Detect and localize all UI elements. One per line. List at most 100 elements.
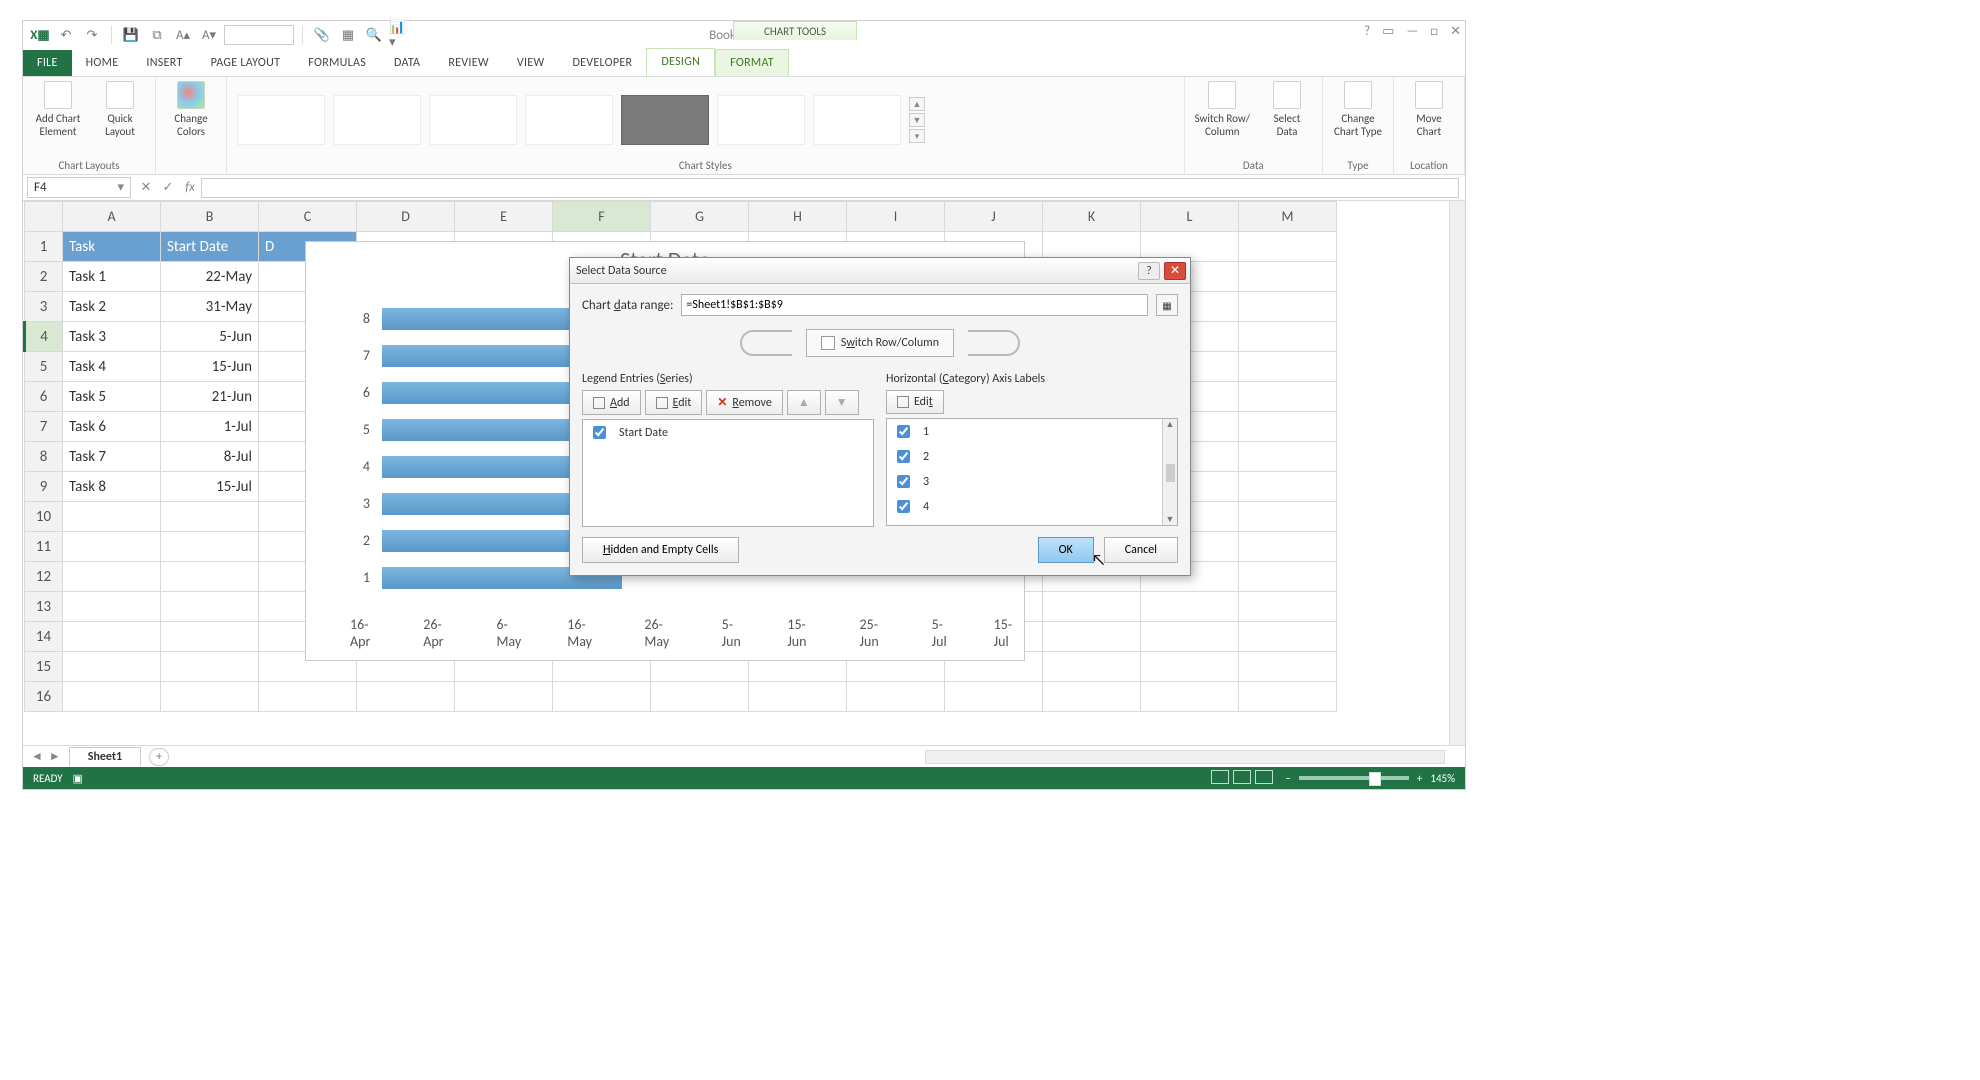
column-header[interactable]: G	[651, 202, 749, 232]
range-picker-icon[interactable]: ▦	[1156, 294, 1178, 316]
cell[interactable]: Start Date	[161, 232, 259, 262]
cell[interactable]: Task 2	[63, 292, 161, 322]
row-header[interactable]: 1	[25, 232, 63, 262]
cell[interactable]: Task 5	[63, 382, 161, 412]
row-header[interactable]: 10	[25, 502, 63, 532]
horizontal-scrollbar[interactable]	[925, 750, 1445, 764]
maximize-icon[interactable]: □	[1430, 24, 1438, 39]
sheet-tab-sheet1[interactable]: Sheet1	[69, 747, 141, 766]
cell[interactable]: Task 4	[63, 352, 161, 382]
select-all-cell[interactable]	[25, 202, 63, 232]
row-header[interactable]: 15	[25, 652, 63, 682]
switch-row-column-button[interactable]: Switch Row/ Column	[1195, 81, 1250, 138]
select-data-button[interactable]: Select Data	[1262, 81, 1312, 138]
cell[interactable]: 31-May	[161, 292, 259, 322]
column-header[interactable]: B	[161, 202, 259, 232]
axis-checkbox[interactable]	[897, 425, 910, 438]
row-header[interactable]: 5	[25, 352, 63, 382]
close-window-icon[interactable]: ✕	[1450, 24, 1461, 39]
view-mode-icons[interactable]	[1211, 770, 1277, 787]
cell[interactable]: Task 8	[63, 472, 161, 502]
new-sheet-button[interactable]: +	[149, 748, 169, 766]
series-checkbox[interactable]	[593, 426, 606, 439]
accept-formula-icon[interactable]: ✓	[157, 180, 179, 195]
series-item[interactable]: Start Date	[583, 420, 873, 445]
scroll-up-icon[interactable]: ▲	[1166, 419, 1175, 430]
tab-developer[interactable]: DEVELOPER	[558, 50, 646, 76]
cancel-button[interactable]: Cancel	[1104, 537, 1178, 563]
tab-insert[interactable]: INSERT	[132, 50, 196, 76]
cell[interactable]: 15-Jun	[161, 352, 259, 382]
tab-formulas[interactable]: FORMULAS	[294, 50, 380, 76]
tab-page-layout[interactable]: PAGE LAYOUT	[197, 50, 295, 76]
zoom-level[interactable]: 145%	[1430, 772, 1455, 785]
minimize-icon[interactable]: —	[1406, 24, 1418, 39]
cell[interactable]: 8-Jul	[161, 442, 259, 472]
axis-checkbox[interactable]	[897, 525, 910, 526]
tab-design[interactable]: DESIGN	[646, 48, 715, 76]
gallery-down-icon[interactable]: ▼	[909, 113, 925, 127]
quick-layout-button[interactable]: Quick Layout	[95, 81, 145, 138]
save-icon[interactable]: 💾	[120, 24, 142, 46]
axis-checkbox[interactable]	[897, 450, 910, 463]
series-edit-button[interactable]: Edit	[645, 390, 703, 415]
row-header[interactable]: 13	[25, 592, 63, 622]
chart-data-range-input[interactable]	[681, 294, 1148, 316]
fx-icon[interactable]: fx	[179, 180, 201, 195]
column-header[interactable]: F	[553, 202, 651, 232]
axis-item[interactable]: 5	[887, 519, 1177, 526]
row-header[interactable]: 12	[25, 562, 63, 592]
font-selector[interactable]	[224, 25, 294, 45]
series-move-down-button[interactable]: ▼	[825, 390, 859, 415]
row-header[interactable]: 8	[25, 442, 63, 472]
row-header[interactable]: 4	[25, 322, 63, 352]
row-header[interactable]: 14	[25, 622, 63, 652]
series-add-button[interactable]: Add	[582, 390, 641, 415]
attach-icon[interactable]: 📎	[311, 24, 333, 46]
row-header[interactable]: 6	[25, 382, 63, 412]
sheet-nav-next-icon[interactable]: ►	[49, 749, 61, 764]
tab-file[interactable]: FILE	[23, 50, 72, 76]
hidden-empty-cells-button[interactable]: Hidden and Empty Cells	[582, 537, 739, 563]
column-header[interactable]: I	[847, 202, 945, 232]
cell[interactable]: Task 1	[63, 262, 161, 292]
chart-styles-gallery[interactable]: ▲ ▼ ▾	[237, 95, 925, 145]
gallery-up-icon[interactable]: ▲	[909, 97, 925, 111]
add-chart-element-button[interactable]: Add Chart Element	[33, 81, 83, 138]
save-as-icon[interactable]: ⧉	[146, 24, 168, 46]
scroll-down-icon[interactable]: ▼	[1166, 514, 1175, 525]
cancel-formula-icon[interactable]: ✕	[135, 180, 157, 195]
move-chart-button[interactable]: Move Chart	[1404, 81, 1454, 138]
axis-checkbox[interactable]	[897, 500, 910, 513]
undo-icon[interactable]: ↶	[55, 24, 77, 46]
sheet-nav-prev-icon[interactable]: ◄	[31, 749, 43, 764]
cell[interactable]: Task 6	[63, 412, 161, 442]
axis-item[interactable]: 4	[887, 494, 1177, 519]
cell[interactable]: 15-Jul	[161, 472, 259, 502]
column-header[interactable]: D	[357, 202, 455, 232]
formula-input[interactable]	[201, 178, 1459, 198]
change-chart-type-button[interactable]: Change Chart Type	[1333, 81, 1383, 138]
font-shrink-icon[interactable]: A▾	[198, 24, 220, 46]
cell[interactable]: 21-Jun	[161, 382, 259, 412]
gallery-more-icon[interactable]: ▾	[909, 129, 925, 143]
column-header[interactable]: E	[455, 202, 553, 232]
column-header[interactable]: A	[63, 202, 161, 232]
column-header[interactable]: M	[1239, 202, 1337, 232]
tab-home[interactable]: HOME	[72, 50, 133, 76]
tab-data[interactable]: DATA	[380, 50, 434, 76]
find-icon[interactable]: 🔍	[363, 24, 385, 46]
help-icon[interactable]: ?	[1364, 24, 1370, 39]
zoom-in-icon[interactable]: +	[1417, 772, 1422, 785]
row-header[interactable]: 11	[25, 532, 63, 562]
redo-icon[interactable]: ↷	[81, 24, 103, 46]
chart-icon[interactable]: 📊▾	[389, 24, 411, 46]
cell[interactable]: 1-Jul	[161, 412, 259, 442]
cell[interactable]: 5-Jun	[161, 322, 259, 352]
row-header[interactable]: 16	[25, 682, 63, 712]
ribbon-display-options-icon[interactable]: ▭	[1382, 24, 1394, 39]
tab-view[interactable]: VIEW	[503, 50, 559, 76]
macro-record-icon[interactable]: ▣	[73, 772, 83, 785]
switch-row-column-dialog-button[interactable]: Switch Row/Column	[806, 329, 954, 357]
series-move-up-button[interactable]: ▲	[787, 390, 821, 415]
